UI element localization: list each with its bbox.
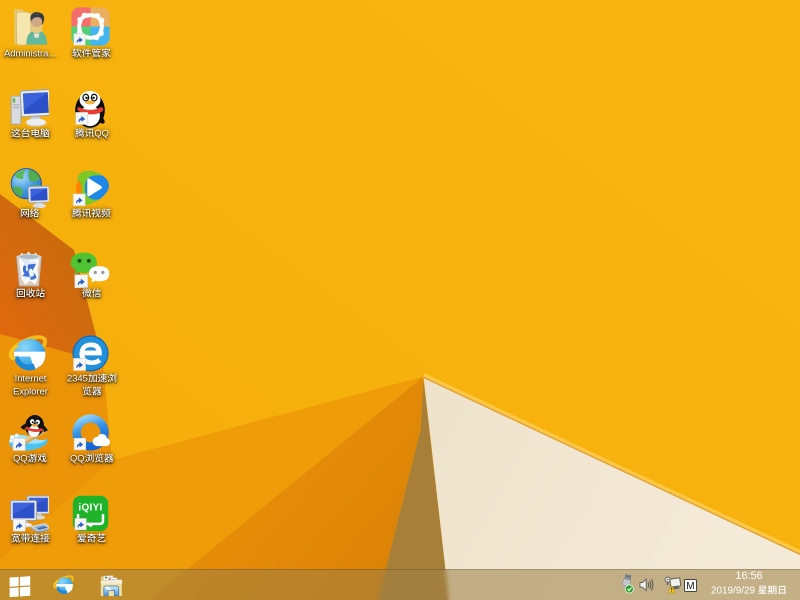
- svg-text:Explorer: Explorer: [13, 386, 48, 397]
- svg-text:M: M: [686, 581, 694, 592]
- svg-text:Administra...: Administra...: [4, 47, 56, 58]
- svg-text:QQ: QQ: [70, 452, 85, 463]
- svg-text:2019/9/29: 2019/9/29: [711, 585, 755, 596]
- svg-text:QQ: QQ: [13, 452, 28, 463]
- svg-text:Internet: Internet: [14, 373, 46, 384]
- svg-text:iQIYI: iQIYI: [78, 502, 102, 513]
- svg-text:2345: 2345: [67, 373, 88, 384]
- svg-text:QQ: QQ: [94, 127, 109, 138]
